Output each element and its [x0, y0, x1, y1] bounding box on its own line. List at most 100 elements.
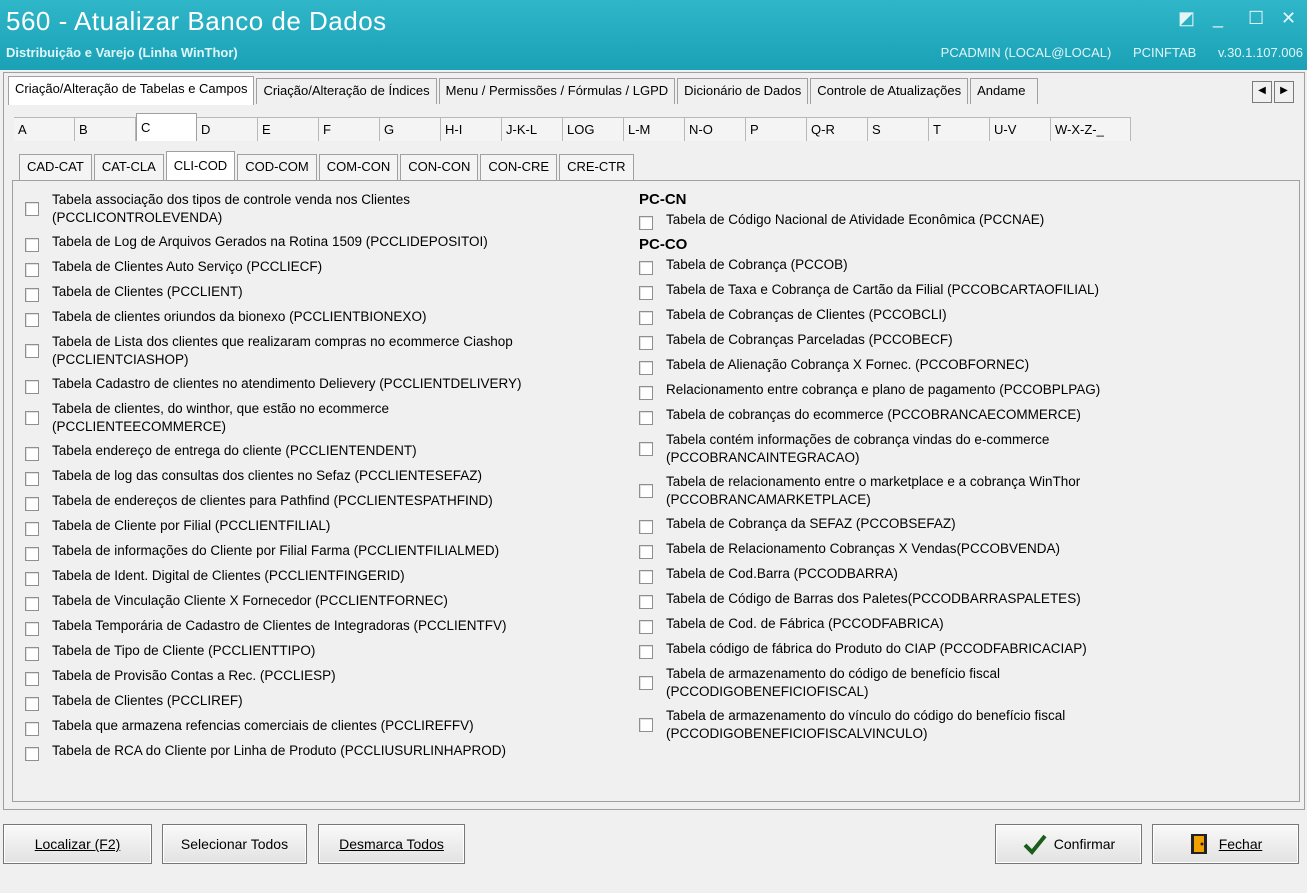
close-icon[interactable]: ✕: [1281, 8, 1296, 29]
table-checkbox-item[interactable]: Tabela de cobranças do ecommerce (PCCOBR…: [639, 406, 1289, 425]
tab-scroll-left-icon[interactable]: ◀: [1252, 81, 1272, 103]
localizar-button[interactable]: Localizar (F2): [3, 824, 152, 864]
letter-tab[interactable]: B: [75, 117, 136, 141]
main-tab[interactable]: Criação/Alteração de Tabelas e Campos: [8, 76, 255, 105]
table-checkbox-item[interactable]: Tabela de Ident. Digital de Clientes (PC…: [25, 567, 625, 586]
checkbox[interactable]: [25, 647, 39, 661]
table-checkbox-item[interactable]: Tabela de RCA do Cliente por Linha de Pr…: [25, 742, 625, 761]
main-tab[interactable]: Controle de Atualizações: [810, 78, 969, 104]
checkbox[interactable]: [25, 722, 39, 736]
table-checkbox-item[interactable]: Tabela de Provisão Contas a Rec. (PCCLIE…: [25, 667, 625, 686]
letter-tab[interactable]: P: [746, 117, 807, 141]
table-checkbox-item[interactable]: Tabela de clientes oriundos da bionexo (…: [25, 308, 625, 327]
checkbox[interactable]: [25, 672, 39, 686]
letter-tab[interactable]: C: [136, 113, 197, 141]
sub-tab[interactable]: CAD-CAT: [19, 154, 92, 180]
table-checkbox-item[interactable]: Tabela associação dos tipos de controle …: [25, 191, 625, 227]
table-checkbox-item[interactable]: Tabela de Lista dos clientes que realiza…: [25, 333, 625, 369]
checkbox[interactable]: [639, 361, 653, 375]
checkbox[interactable]: [25, 344, 39, 358]
sub-tab[interactable]: CON-CON: [400, 154, 479, 180]
selecionar-todos-button[interactable]: Selecionar Todos: [162, 824, 307, 864]
letter-tab[interactable]: E: [258, 117, 319, 141]
letter-tab[interactable]: U-V: [990, 117, 1051, 141]
table-checkbox-item[interactable]: Tabela de armazenamento do vínculo do có…: [639, 707, 1289, 743]
table-checkbox-item[interactable]: Tabela de Código de Barras dos Paletes(P…: [639, 590, 1289, 609]
table-checkbox-item[interactable]: Tabela de Clientes Auto Serviço (PCCLIEC…: [25, 258, 625, 277]
checkbox[interactable]: [25, 411, 39, 425]
table-checkbox-item[interactable]: Tabela contém informações de cobrança vi…: [639, 431, 1289, 467]
table-checkbox-item[interactable]: Tabela de Alienação Cobrança X Fornec. (…: [639, 356, 1289, 375]
checkbox[interactable]: [25, 572, 39, 586]
checkbox[interactable]: [25, 597, 39, 611]
table-checkbox-item[interactable]: Tabela de endereços de clientes para Pat…: [25, 492, 625, 511]
sub-tab[interactable]: CON-CRE: [480, 154, 558, 180]
main-tab[interactable]: Andame: [970, 78, 1039, 104]
checkbox[interactable]: [25, 747, 39, 761]
checkbox[interactable]: [25, 697, 39, 711]
checkbox[interactable]: [25, 522, 39, 536]
checkbox[interactable]: [639, 676, 653, 690]
letter-tab[interactable]: G: [380, 117, 441, 141]
table-checkbox-item[interactable]: Tabela de Cobrança da SEFAZ (PCCOBSEFAZ): [639, 515, 1289, 534]
checkbox[interactable]: [639, 261, 653, 275]
sub-tab[interactable]: COM-CON: [318, 154, 399, 180]
checkbox[interactable]: [639, 645, 653, 659]
checkbox[interactable]: [25, 263, 39, 277]
letter-tab[interactable]: L-M: [624, 117, 685, 141]
minimize-icon[interactable]: _: [1213, 8, 1223, 29]
table-checkbox-item[interactable]: Relacionamento entre cobrança e plano de…: [639, 381, 1289, 400]
checkbox[interactable]: [25, 288, 39, 302]
letter-tab[interactable]: S: [868, 117, 929, 141]
checkbox[interactable]: [639, 311, 653, 325]
table-checkbox-item[interactable]: Tabela de Clientes (PCCLIENT): [25, 283, 625, 302]
confirmar-button[interactable]: Confirmar: [995, 824, 1142, 864]
letter-tab[interactable]: H-I: [441, 117, 502, 141]
table-checkbox-item[interactable]: Tabela que armazena refencias comerciais…: [25, 717, 625, 736]
letter-tab[interactable]: A: [14, 117, 75, 141]
table-checkbox-item[interactable]: Tabela de Código Nacional de Atividade E…: [639, 211, 1289, 230]
table-checkbox-item[interactable]: Tabela de Cliente por Filial (PCCLIENTFI…: [25, 517, 625, 536]
main-tab[interactable]: Menu / Permissões / Fórmulas / LGPD: [438, 78, 676, 104]
checkbox[interactable]: [639, 216, 653, 230]
restore-icon[interactable]: ◩: [1178, 8, 1195, 29]
letter-tab[interactable]: F: [319, 117, 380, 141]
checkbox[interactable]: [639, 718, 653, 732]
checkbox[interactable]: [639, 286, 653, 300]
checkbox[interactable]: [639, 336, 653, 350]
table-checkbox-item[interactable]: Tabela de Cobranças de Clientes (PCCOBCL…: [639, 306, 1289, 325]
main-tab[interactable]: Criação/Alteração de Índices: [256, 78, 437, 104]
checkbox[interactable]: [639, 620, 653, 634]
letter-tab[interactable]: T: [929, 117, 990, 141]
maximize-icon[interactable]: ☐: [1248, 8, 1264, 29]
checkbox[interactable]: [25, 622, 39, 636]
table-checkbox-item[interactable]: Tabela de informações do Cliente por Fil…: [25, 542, 625, 561]
sub-tab[interactable]: CLI-COD: [165, 151, 236, 180]
checkbox[interactable]: [639, 545, 653, 559]
table-checkbox-item[interactable]: Tabela endereço de entrega do cliente (P…: [25, 442, 625, 461]
table-checkbox-item[interactable]: Tabela de Taxa e Cobrança de Cartão da F…: [639, 281, 1289, 300]
table-checkbox-item[interactable]: Tabela de Cod.Barra (PCCODBARRA): [639, 565, 1289, 584]
checkbox[interactable]: [25, 497, 39, 511]
table-checkbox-item[interactable]: Tabela de Cobrança (PCCOB): [639, 256, 1289, 275]
table-checkbox-item[interactable]: Tabela de Relacionamento Cobranças X Ven…: [639, 540, 1289, 559]
desmarca-todos-button[interactable]: Desmarca Todos: [318, 824, 465, 864]
checkbox[interactable]: [639, 386, 653, 400]
table-checkbox-item[interactable]: Tabela de Cobranças Parceladas (PCCOBECF…: [639, 331, 1289, 350]
table-checkbox-item[interactable]: Tabela de log das consultas dos clientes…: [25, 467, 625, 486]
sub-tab[interactable]: CRE-CTR: [559, 154, 634, 180]
table-checkbox-item[interactable]: Tabela Cadastro de clientes no atendimen…: [25, 375, 625, 394]
table-checkbox-item[interactable]: Tabela de Tipo de Cliente (PCCLIENTTIPO): [25, 642, 625, 661]
table-checkbox-item[interactable]: Tabela Temporária de Cadastro de Cliente…: [25, 617, 625, 636]
checkbox[interactable]: [25, 472, 39, 486]
sub-tab[interactable]: COD-COM: [237, 154, 317, 180]
letter-tab[interactable]: W-X-Z-_: [1051, 117, 1131, 141]
sub-tab[interactable]: CAT-CLA: [93, 154, 164, 180]
table-checkbox-item[interactable]: Tabela de armazenamento do código de ben…: [639, 665, 1289, 701]
letter-tab[interactable]: J-K-L: [502, 117, 563, 141]
checkbox[interactable]: [25, 202, 39, 216]
table-checkbox-item[interactable]: Tabela de relacionamento entre o marketp…: [639, 473, 1289, 509]
table-checkbox-item[interactable]: Tabela de Log de Arquivos Gerados na Rot…: [25, 233, 625, 252]
checkbox[interactable]: [25, 380, 39, 394]
checkbox[interactable]: [639, 595, 653, 609]
